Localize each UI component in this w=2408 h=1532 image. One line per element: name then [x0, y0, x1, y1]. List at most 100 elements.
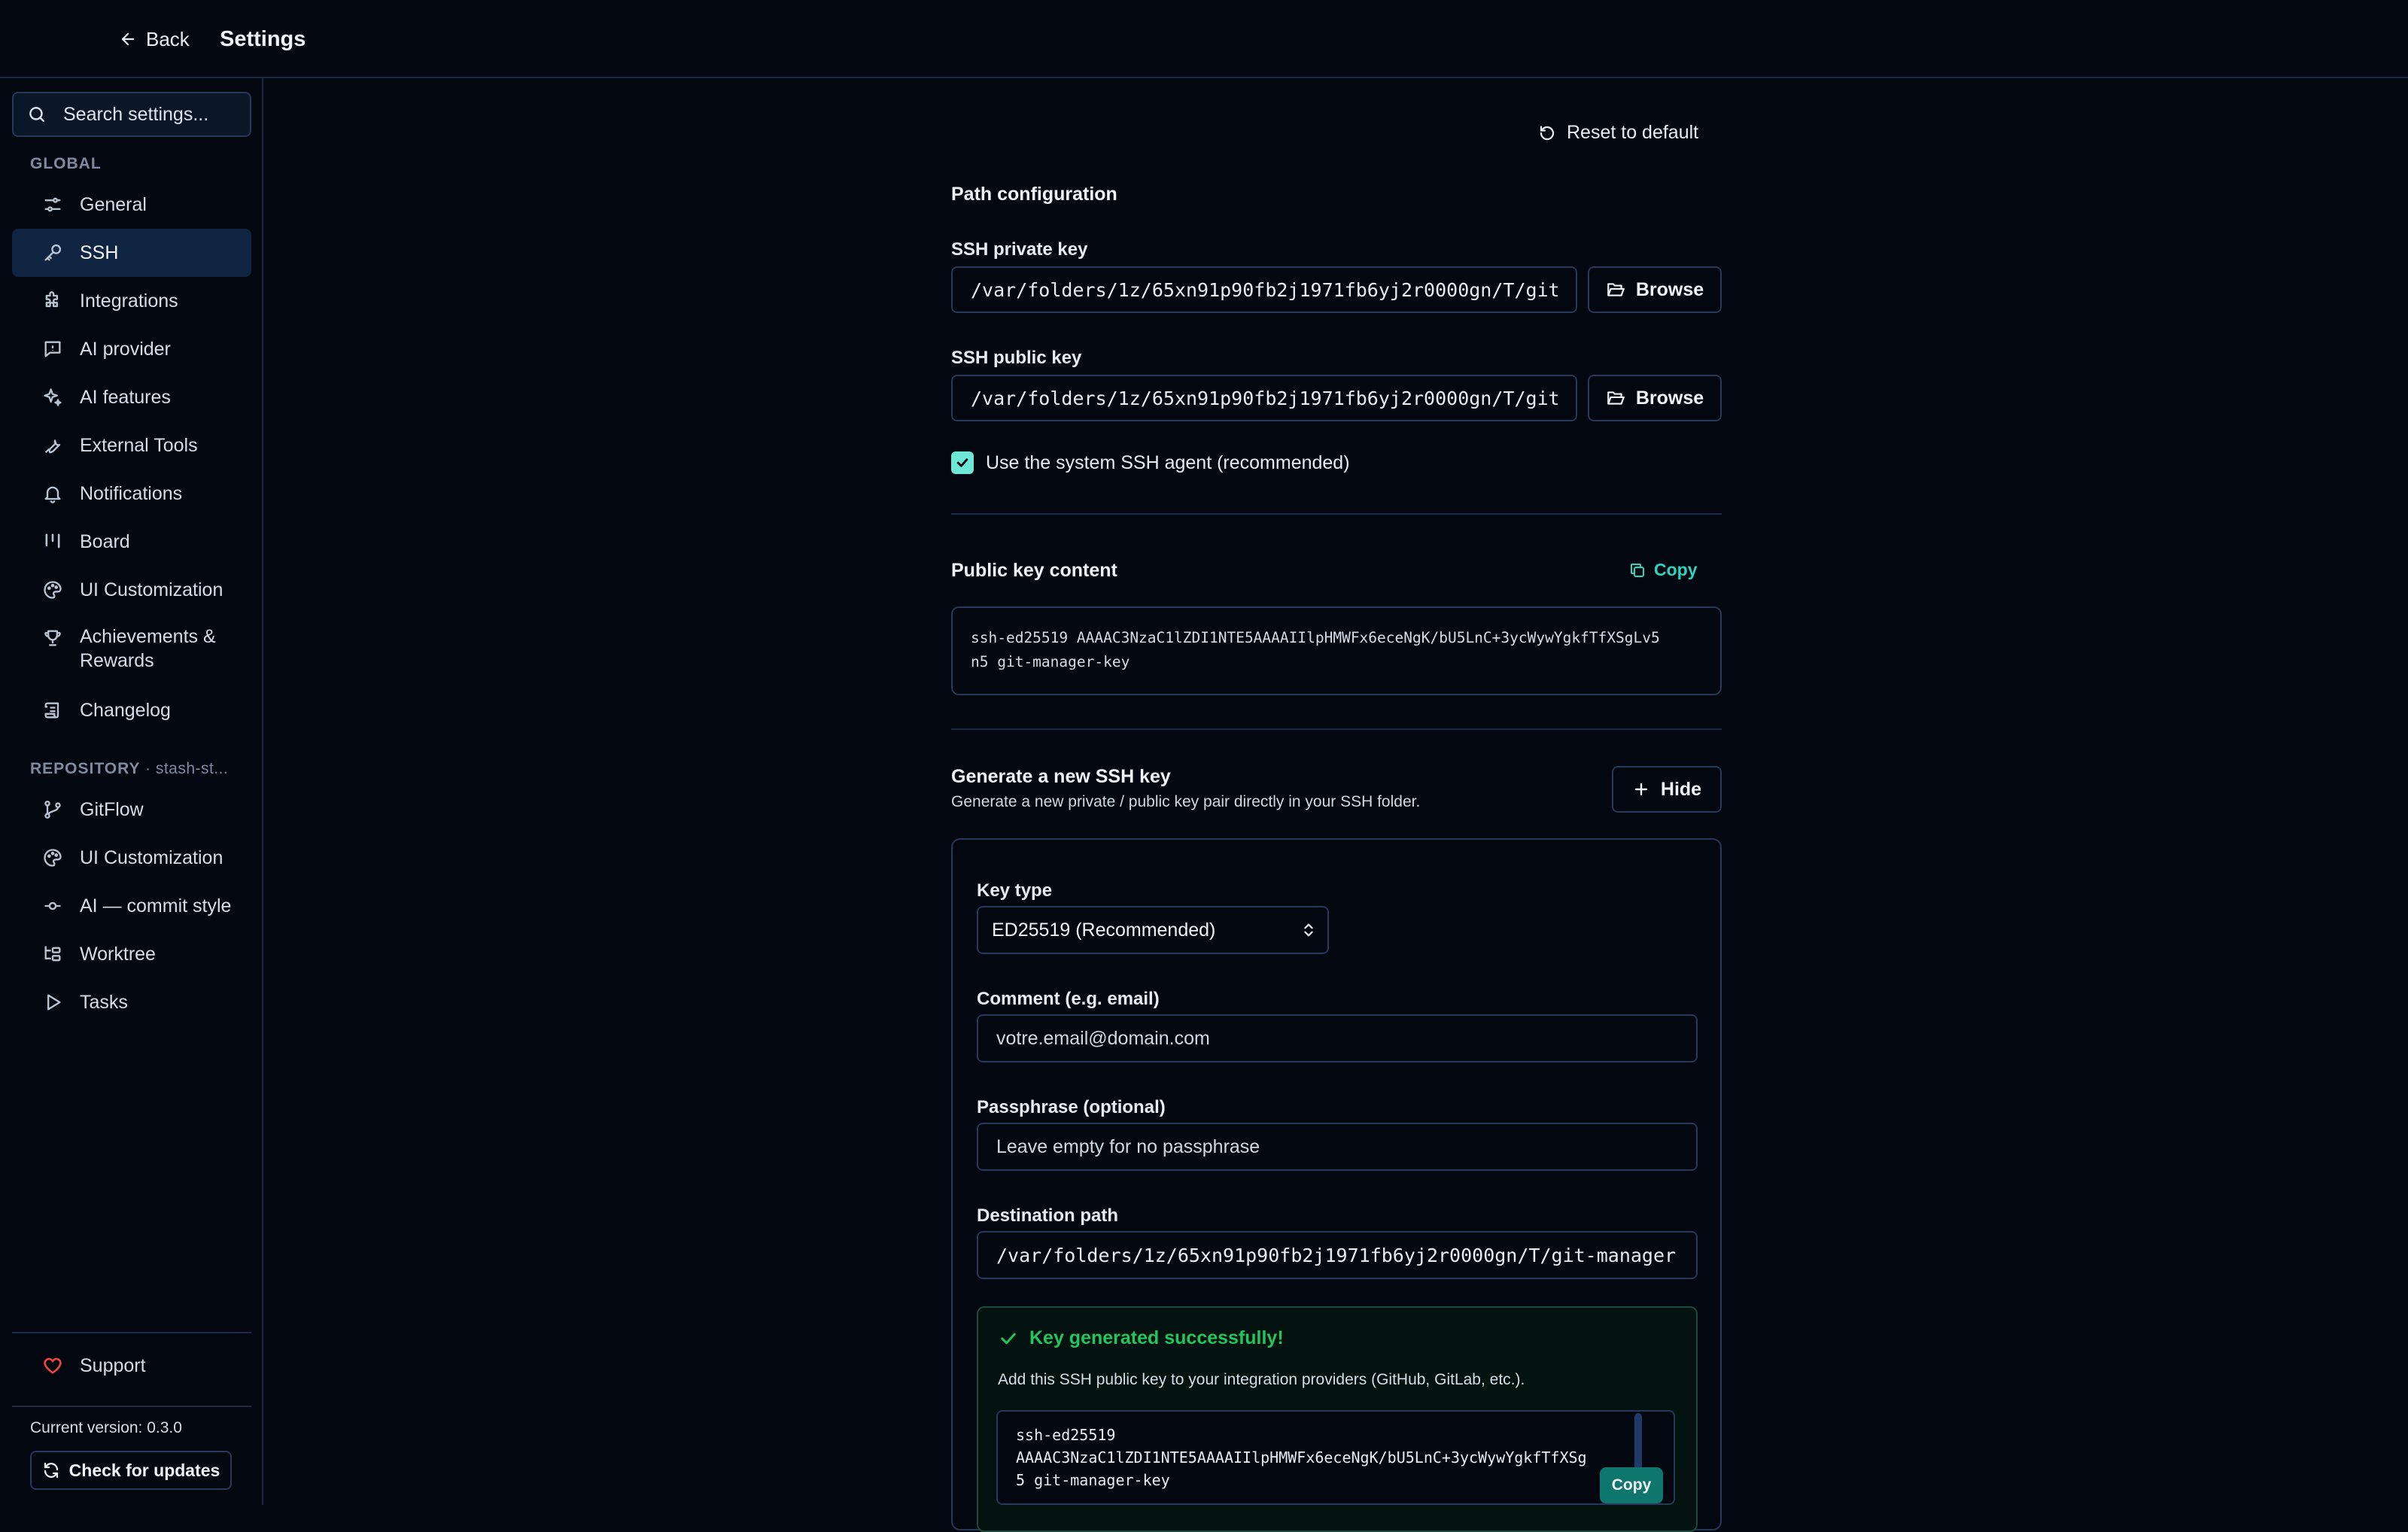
folder-open-icon [1606, 280, 1625, 299]
scroll-icon [42, 700, 63, 721]
sliders-icon [42, 194, 63, 215]
generated-key-line: ssh-ed25519 [1016, 1426, 1116, 1444]
generated-key-line: 5 git-manager-key [1016, 1471, 1170, 1489]
success-panel: Key generated successfully! Add this SSH… [977, 1306, 1698, 1532]
sidebar-item-label: AI provider [80, 338, 171, 360]
comment-input[interactable] [977, 1014, 1698, 1062]
sidebar-item-worktree[interactable]: Worktree [12, 930, 251, 978]
arrow-left-icon [119, 30, 137, 48]
sidebar-item-integrations[interactable]: Integrations [12, 277, 251, 325]
sidebar-item-gitflow[interactable]: GitFlow [12, 786, 251, 834]
public-key-input[interactable] [951, 375, 1577, 421]
sidebar-item-achievements[interactable]: Achievements & Rewards [12, 614, 251, 680]
passphrase-input[interactable] [977, 1123, 1698, 1171]
sidebar-item-label: AI features [80, 386, 171, 408]
sidebar-item-board[interactable]: Board [12, 518, 251, 566]
refresh-icon [42, 1461, 60, 1479]
ssh-agent-label: Use the system SSH agent (recommended) [986, 451, 1350, 473]
repository-name: · stash-st... [145, 760, 229, 777]
generated-key-line: AAAAC3NzaC1lZDI1NTE5AAAAIIlpHMWFx6eceNgK… [1016, 1448, 1587, 1467]
search-box[interactable] [12, 92, 251, 137]
back-button[interactable]: Back [119, 24, 190, 54]
browse-label: Browse [1635, 387, 1704, 409]
sidebar-item-tasks[interactable]: Tasks [12, 978, 251, 1026]
check-icon [956, 458, 968, 467]
sidebar-item-ai-features[interactable]: AI features [12, 373, 251, 421]
bell-icon [42, 483, 63, 504]
generate-key-subtitle: Generate a new private / public key pair… [951, 793, 1421, 810]
folder-open-icon [1606, 388, 1625, 408]
destination-input[interactable] [977, 1231, 1698, 1279]
sidebar-item-label: General [80, 193, 147, 215]
sidebar-item-label: Changelog [80, 699, 171, 721]
sparkles-icon [42, 387, 63, 408]
sidebar-item-label: UI Customization [80, 579, 223, 600]
key-type-select[interactable]: ED25519 (Recommended) [977, 906, 1329, 954]
copy-icon [1628, 561, 1646, 579]
sidebar-item-ai-provider[interactable]: AI provider [12, 325, 251, 373]
repository-section-label: REPOSITORY · stash-st... [30, 760, 228, 778]
wrench-icon [42, 435, 63, 456]
public-key-line: n5 git-manager-key [971, 653, 1130, 670]
sidebar-item-ssh[interactable]: SSH [12, 229, 251, 277]
git-branch-icon [42, 799, 63, 820]
sidebar-item-label: Notifications [80, 482, 183, 504]
path-configuration-title: Path configuration [951, 184, 1117, 205]
sidebar-divider [12, 1406, 251, 1407]
repository-label: REPOSITORY [30, 760, 141, 777]
copy-generated-key-button[interactable]: Copy [1600, 1467, 1663, 1503]
sidebar-item-label: Achievements & Rewards [80, 626, 216, 671]
browse-private-key-button[interactable]: Browse [1588, 266, 1722, 313]
ssh-agent-checkbox[interactable] [951, 451, 974, 474]
section-divider [951, 513, 1722, 515]
check-updates-button[interactable]: Check for updates [30, 1451, 232, 1490]
sidebar-item-label: Worktree [80, 943, 156, 965]
sidebar-item-external-tools[interactable]: External Tools [12, 421, 251, 470]
sidebar: GLOBAL General SSH Integrations AI provi… [0, 78, 263, 1505]
private-key-label: SSH private key [951, 239, 1088, 260]
copy-label: Copy [1654, 560, 1698, 579]
sidebar-item-repo-ui-customization[interactable]: UI Customization [12, 834, 251, 882]
sidebar-item-label: External Tools [80, 434, 198, 456]
private-key-input[interactable] [951, 266, 1577, 313]
reset-default-button[interactable]: Reset to default [1538, 122, 1698, 144]
sidebar-item-ai-commit-style[interactable]: AI — commit style [12, 882, 251, 930]
rotate-ccw-icon [1538, 124, 1556, 142]
generate-key-title: Generate a new SSH key [951, 766, 1171, 787]
copy-public-key-button[interactable]: Copy [1628, 560, 1698, 580]
ssh-agent-option: Use the system SSH agent (recommended) [951, 451, 1350, 474]
back-label: Back [146, 27, 190, 50]
sidebar-item-changelog[interactable]: Changelog [12, 686, 251, 734]
global-section-label: GLOBAL [30, 155, 102, 172]
key-type-value: ED25519 (Recommended) [992, 919, 1216, 941]
sidebar-item-support[interactable]: Support [12, 1344, 251, 1388]
hide-generator-button[interactable]: Hide [1612, 766, 1722, 813]
sidebar-item-label: UI Customization [80, 847, 223, 868]
public-key-content-box: ssh-ed25519 AAAAC3NzaC1lZDI1NTE5AAAAIIlp… [951, 606, 1722, 695]
browse-label: Browse [1635, 278, 1704, 300]
sidebar-item-label: GitFlow [80, 798, 144, 820]
section-divider [951, 728, 1722, 730]
sidebar-item-notifications[interactable]: Notifications [12, 470, 251, 518]
palette-icon [42, 847, 63, 868]
browse-public-key-button[interactable]: Browse [1588, 375, 1722, 421]
sidebar-item-ui-customization[interactable]: UI Customization [12, 566, 251, 614]
public-key-content-title: Public key content [951, 560, 1117, 581]
sidebar-item-label: Tasks [80, 991, 128, 1013]
success-header: Key generated successfully! [998, 1327, 1284, 1349]
key-icon [42, 242, 63, 263]
sidebar-item-label: Integrations [80, 290, 178, 312]
current-version: Current version: 0.3.0 [30, 1419, 182, 1436]
sidebar-item-general[interactable]: General [12, 181, 251, 229]
palette-icon [42, 579, 63, 600]
play-icon [42, 992, 63, 1013]
check-updates-label: Check for updates [68, 1460, 220, 1480]
destination-label: Destination path [977, 1205, 1119, 1226]
heart-icon [42, 1355, 63, 1376]
main-content: Reset to default Path configuration SSH … [265, 78, 2408, 1532]
search-input[interactable] [62, 102, 245, 126]
check-icon [998, 1328, 1019, 1349]
sidebar-item-label: SSH [80, 242, 119, 263]
generated-key-box: ssh-ed25519 AAAAC3NzaC1lZDI1NTE5AAAAIIlp… [996, 1410, 1675, 1505]
sidebar-item-label: Board [80, 530, 130, 552]
